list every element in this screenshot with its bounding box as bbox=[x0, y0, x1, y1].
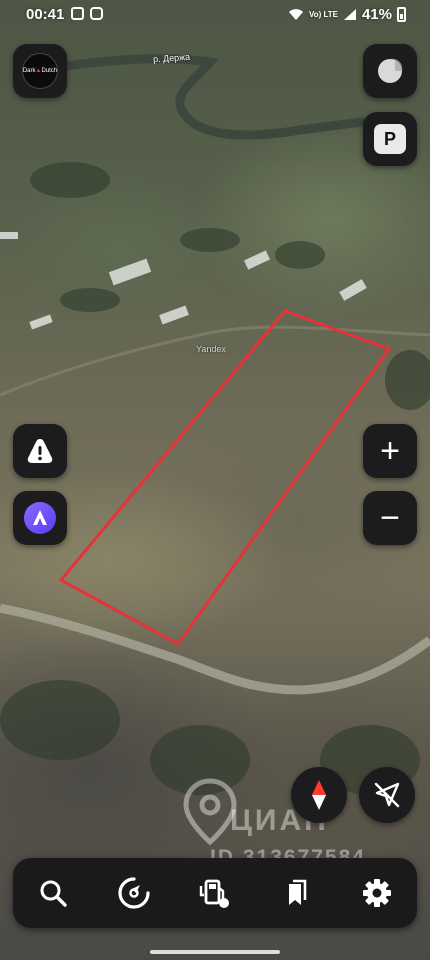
settings-gear-icon bbox=[362, 879, 391, 907]
home-indicator[interactable] bbox=[150, 950, 280, 954]
provider-label: Yandex bbox=[196, 344, 226, 354]
zoom-in-button[interactable]: + bbox=[363, 424, 417, 478]
compass-button[interactable] bbox=[291, 767, 347, 823]
voice-assistant-icon bbox=[24, 502, 56, 534]
parking-button[interactable]: P bbox=[363, 112, 417, 166]
wifi-icon bbox=[288, 9, 303, 20]
plot-boundary bbox=[58, 309, 392, 646]
app-logo: Dark ▲ Dutch bbox=[22, 53, 58, 89]
gallery-notification-icon bbox=[71, 7, 84, 20]
status-bar: 00:41 Vo) LTE 41% bbox=[0, 0, 430, 30]
road-events-button[interactable] bbox=[13, 424, 67, 478]
battery-icon bbox=[397, 7, 406, 22]
bookmarks-button[interactable] bbox=[271, 868, 321, 918]
layers-icon bbox=[378, 58, 403, 83]
zoom-in-icon: + bbox=[380, 432, 400, 470]
settings-button[interactable] bbox=[352, 868, 402, 918]
logo-text-b: Dutch bbox=[41, 68, 58, 74]
gas-station-icon bbox=[199, 879, 229, 908]
search-icon bbox=[40, 880, 68, 907]
location-off-icon bbox=[374, 782, 400, 808]
signal-icon bbox=[343, 9, 356, 20]
logo-text-a: Dark bbox=[22, 68, 36, 74]
parking-icon: P bbox=[374, 124, 406, 154]
alice-assistant-button[interactable] bbox=[13, 491, 67, 545]
layers-button[interactable] bbox=[363, 44, 417, 98]
location-off-button[interactable] bbox=[359, 767, 415, 823]
navigator-icon bbox=[118, 877, 150, 909]
navigator-button[interactable] bbox=[109, 868, 159, 918]
battery-percent: 41% bbox=[361, 6, 392, 23]
gas-station-button[interactable] bbox=[190, 868, 240, 918]
status-time: 00:41 bbox=[26, 6, 65, 23]
search-button[interactable] bbox=[28, 868, 78, 918]
zoom-out-icon: − bbox=[380, 499, 400, 537]
instagram-notification-icon bbox=[90, 7, 103, 20]
bottom-toolbar bbox=[13, 858, 417, 928]
volte-indicator: Vo) LTE bbox=[308, 9, 338, 19]
profile-button[interactable]: Dark ▲ Dutch bbox=[13, 44, 67, 98]
bookmarks-icon bbox=[288, 879, 307, 905]
compass-icon bbox=[312, 780, 326, 810]
warning-triangle-icon bbox=[27, 439, 53, 463]
zoom-out-button[interactable]: − bbox=[363, 491, 417, 545]
